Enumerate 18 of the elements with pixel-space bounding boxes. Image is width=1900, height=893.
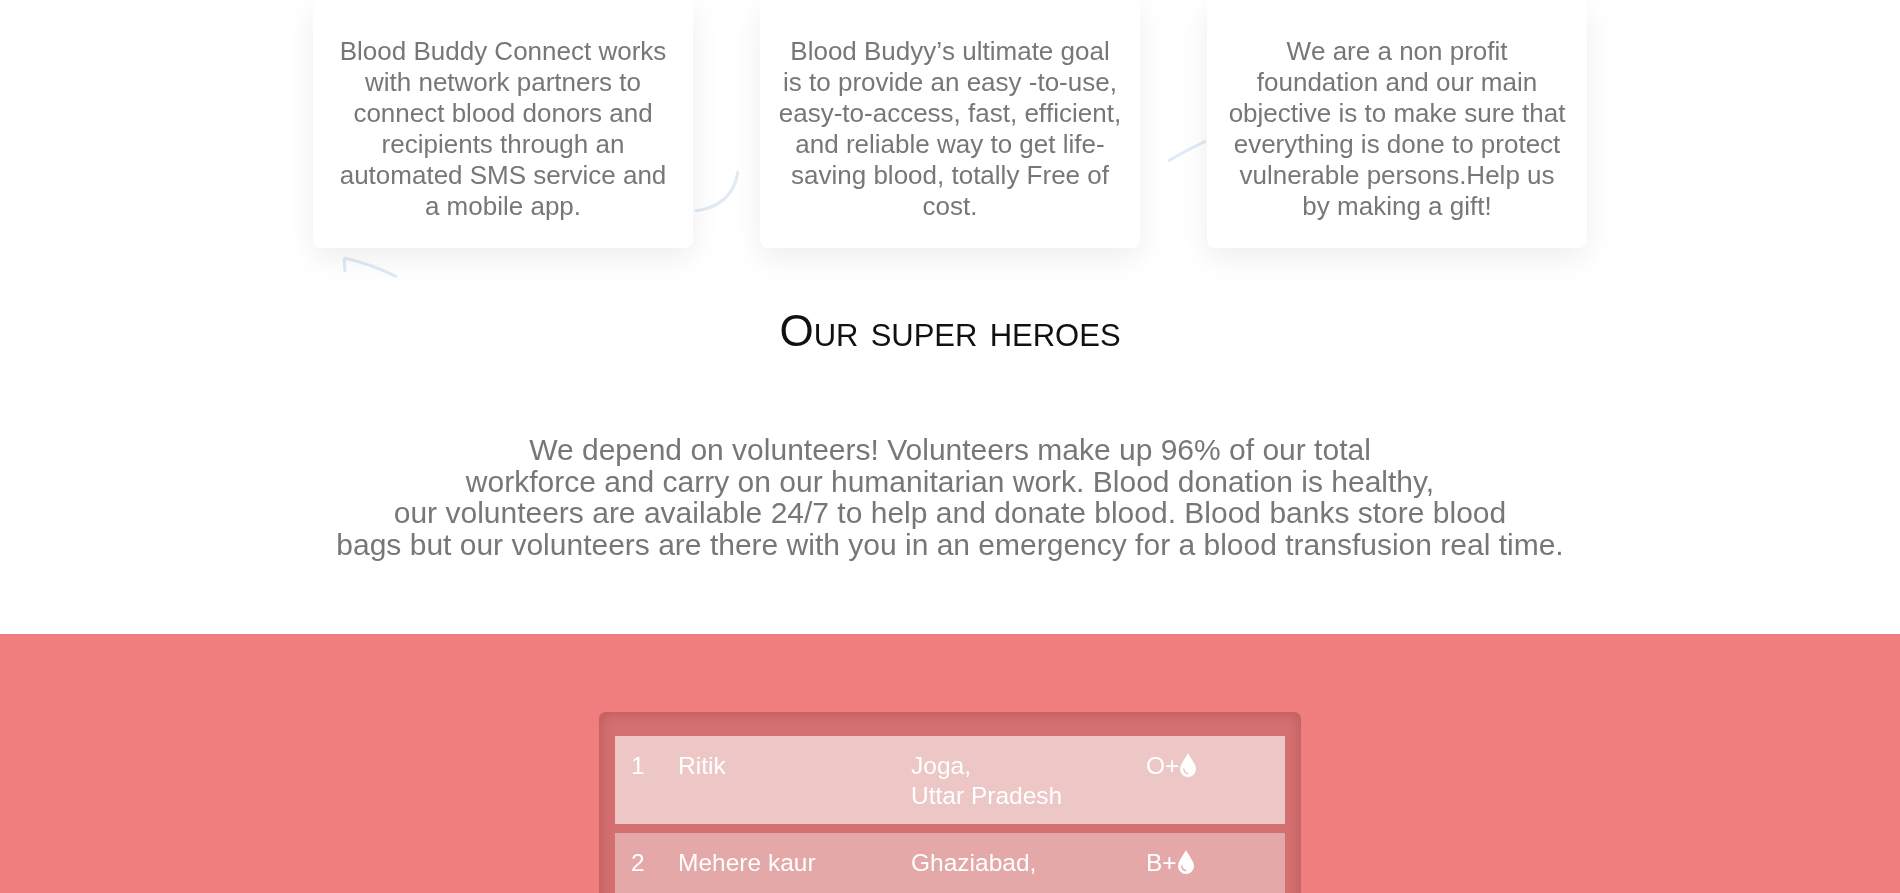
- blood-drop-icon: [1177, 850, 1194, 874]
- name-cell-text: Ritik: [678, 751, 727, 781]
- curve-drawing: [693, 170, 739, 212]
- card-text: We are a non profit foundation and our main objective is to make sure that everything is done to protect vulnerable persons.Help us by making a gift!: [1227, 36, 1567, 222]
- blood-drop-icon: [1180, 753, 1197, 777]
- rank-cell-text: 1: [631, 751, 646, 781]
- name-cell-text: Mehere kaur: [678, 848, 817, 878]
- card-text: Blood Budyy’s ultimate goal is to provide an easy -to-use, easy-to-access, fast, efficient, and reliable way to get life-saving blood, totally Free of cost.: [778, 36, 1122, 222]
- blood-group-cell: O+: [1146, 751, 1180, 781]
- blood-group-cell: B+: [1146, 848, 1177, 878]
- curve-drawing: [342, 256, 398, 278]
- intro-paragraph: We depend on volunteers! Volunteers make up 96% of our total workforce and carry on our humanitarian work. Blood donation is healthy, our volunteers are available 24/7 to help and donate blood. Blood banks store blood bags but our volunteers are there with you in an emergency for a blood transfusion real time.: [336, 434, 1564, 560]
- section-heading: Our super heroes: [779, 306, 1121, 356]
- rank-cell-text: 2: [631, 848, 646, 878]
- card-text: Blood Buddy Connect works with network partners to connect blood donors and recipients through an automated SMS service and a mobile app.: [338, 36, 668, 222]
- location-cell-text: Joga, Uttar Pradesh: [911, 751, 1064, 811]
- location-cell-text: Ghaziabad,: [911, 848, 1038, 878]
- curve-drawing: [1167, 140, 1207, 162]
